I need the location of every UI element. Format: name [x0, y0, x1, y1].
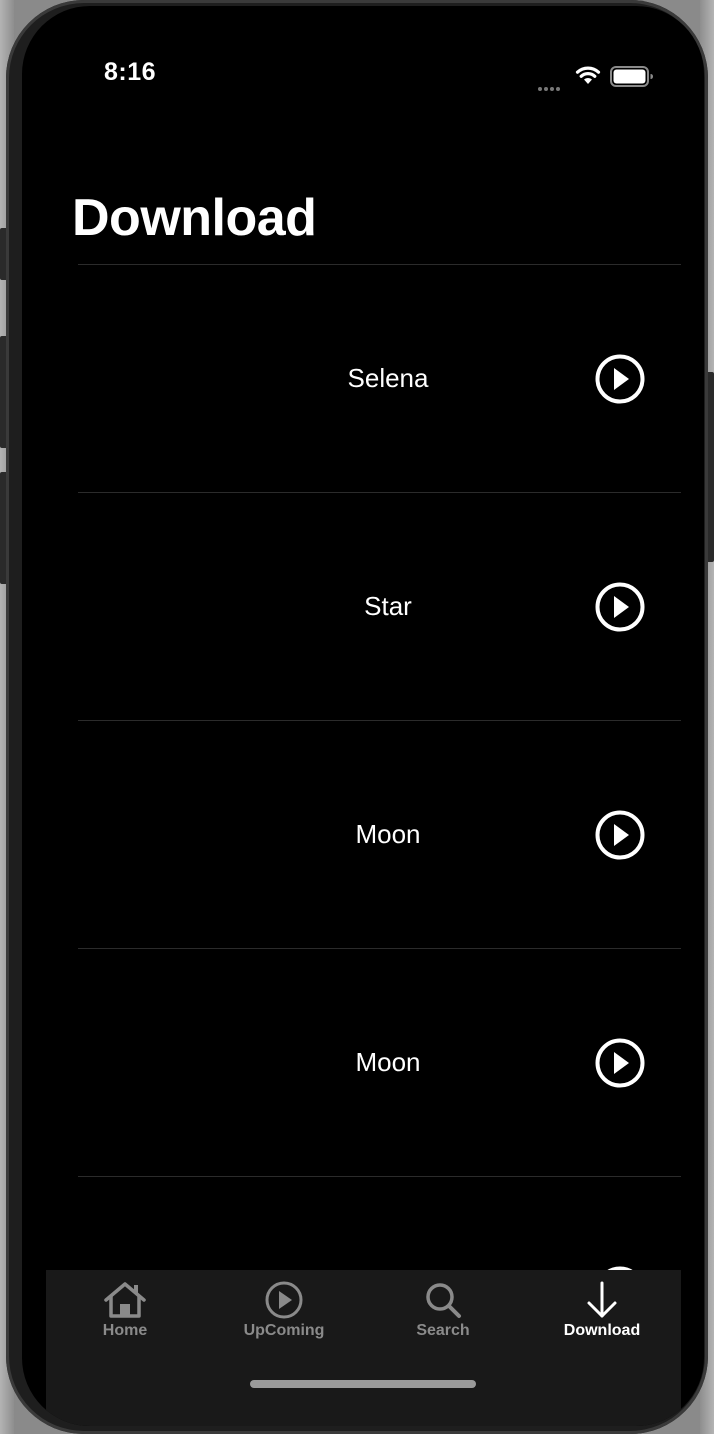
list-item[interactable]: Moon — [78, 948, 681, 1176]
house-icon — [104, 1282, 146, 1318]
tab-upcoming[interactable]: UpComing — [209, 1280, 359, 1340]
download-list: Selena Star Moon Moon — [78, 264, 681, 1404]
play-circle-icon[interactable] — [594, 353, 646, 405]
download-arrow-icon — [587, 1281, 617, 1318]
play-circle-icon — [265, 1281, 303, 1319]
list-item[interactable]: Selena — [78, 264, 681, 492]
tab-home-label: Home — [102, 1322, 148, 1339]
list-item[interactable]: Moon — [78, 720, 681, 948]
tab-upcoming-label: UpComing — [243, 1322, 325, 1339]
phone-screen: 8:16 Download Selena Star Moon Moon Home… — [22, 6, 704, 1426]
tab-home[interactable]: Home — [50, 1280, 200, 1340]
cellular-signal-icon — [538, 78, 562, 96]
page-title: Download — [72, 189, 317, 247]
play-circle-icon[interactable] — [594, 581, 646, 633]
battery-icon — [610, 66, 653, 87]
wifi-icon — [575, 66, 601, 84]
tab-download[interactable]: Download — [527, 1280, 677, 1340]
tab-search-label: Search — [416, 1322, 470, 1339]
status-time: 8:16 — [104, 58, 157, 86]
tab-search[interactable]: Search — [368, 1280, 518, 1340]
search-icon — [426, 1283, 461, 1318]
home-indicator[interactable] — [250, 1380, 476, 1388]
phone-frame: 8:16 Download Selena Star Moon Moon Home… — [6, 0, 708, 1434]
list-item[interactable]: Star — [78, 492, 681, 720]
play-circle-icon[interactable] — [594, 1037, 646, 1089]
tab-bar: Home UpComing Search Download — [46, 1270, 681, 1426]
play-circle-icon[interactable] — [594, 809, 646, 861]
tab-download-label: Download — [563, 1322, 641, 1339]
